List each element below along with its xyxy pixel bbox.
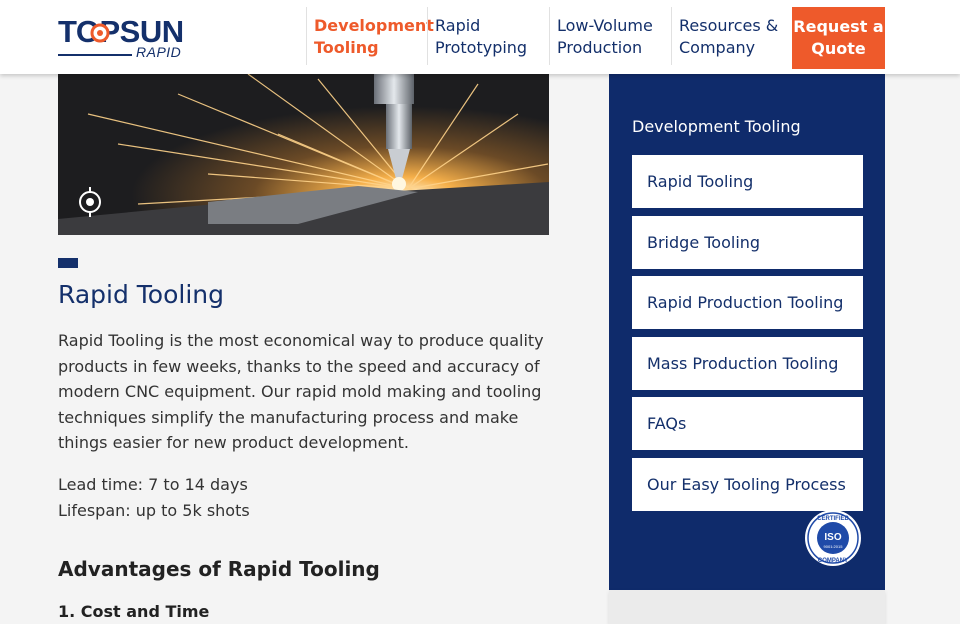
sidebar-item-easy-tooling-process[interactable]: Our Easy Tooling Process: [632, 457, 863, 511]
badge-center-text: ISO: [824, 532, 841, 543]
main-nav: Development Tooling Rapid Prototyping Lo…: [306, 7, 791, 65]
nav-low-volume-production[interactable]: Low-Volume Production: [549, 7, 671, 65]
lifespan-text: Lifespan: up to 5k shots: [58, 501, 250, 520]
sidebar-heading: Development Tooling: [632, 117, 801, 136]
logo-subtext: RAPID: [136, 44, 182, 60]
site-header: TOPSUN RAPID Development Tooling Rapid P…: [0, 0, 960, 74]
sidebar-item-rapid-tooling[interactable]: Rapid Tooling: [632, 155, 863, 208]
title-accent-bar: [58, 258, 78, 268]
hero-image: [58, 74, 549, 235]
nav-development-tooling[interactable]: Development Tooling: [306, 7, 434, 65]
sidebar-footer-panel: [609, 590, 885, 624]
specs: Lead time: 7 to 14 days Lifespan: up to …: [58, 472, 250, 524]
cnc-sparks-illustration: [58, 74, 549, 235]
sidebar-panel: Development Tooling Rapid Tooling Bridge…: [609, 74, 885, 590]
sidebar-menu: Rapid Tooling Bridge Tooling Rapid Produ…: [632, 155, 863, 518]
sidebar-item-mass-production-tooling[interactable]: Mass Production Tooling: [632, 336, 863, 390]
sidebar-item-rapid-production-tooling[interactable]: Rapid Production Tooling: [632, 276, 863, 329]
iso-certified-badge-icon: CERTIFIED ISO 9001:2015 COMPANY: [805, 510, 861, 566]
intro-paragraph: Rapid Tooling is the most economical way…: [58, 331, 544, 453]
badge-standard-text: 9001:2015: [824, 544, 844, 549]
logo-target-icon: [90, 23, 110, 43]
logo-underline: [58, 54, 132, 56]
request-quote-button[interactable]: Request a Quote: [792, 7, 885, 69]
advantage-subheading: 1. Cost and Time: [58, 602, 210, 621]
page-title: Rapid Tooling: [58, 280, 224, 309]
advantages-heading: Advantages of Rapid Tooling: [58, 557, 380, 581]
topsun-logo[interactable]: TOPSUN RAPID: [58, 14, 198, 62]
badge-bottom-text: COMPANY: [818, 558, 848, 564]
sidebar-item-bridge-tooling[interactable]: Bridge Tooling: [632, 215, 863, 269]
badge-top-text: CERTIFIED: [817, 516, 849, 522]
lead-time-text: Lead time: 7 to 14 days: [58, 475, 248, 494]
nav-resources-company[interactable]: Resources & Company: [671, 7, 791, 65]
nav-rapid-prototyping[interactable]: Rapid Prototyping: [427, 7, 549, 65]
camera-aperture-icon: [79, 187, 101, 217]
sidebar-item-faqs[interactable]: FAQs: [632, 397, 863, 450]
